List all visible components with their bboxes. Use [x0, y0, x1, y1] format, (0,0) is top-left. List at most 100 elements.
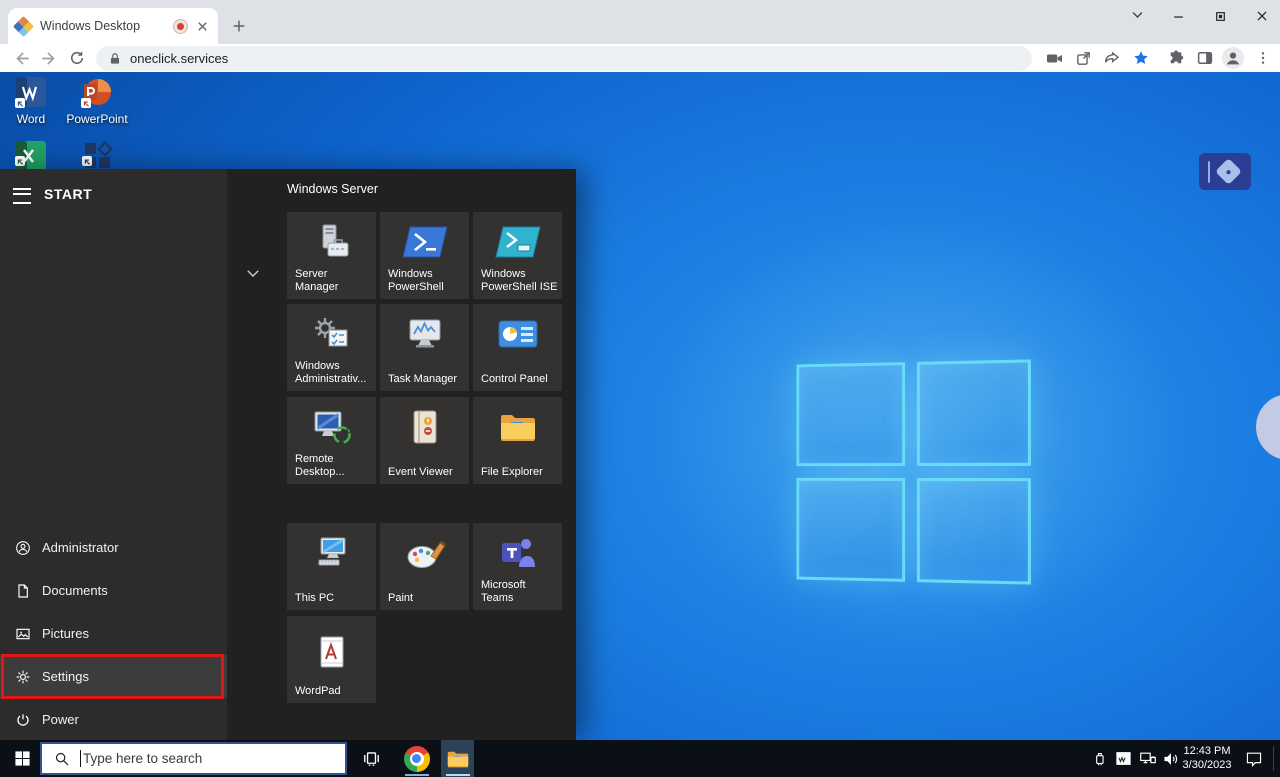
clock-time: 12:43 PM: [1183, 745, 1230, 759]
control-panel-icon: [498, 320, 538, 348]
tile-label: Event Viewer: [388, 466, 465, 479]
tile-windows-powershell-ise[interactable]: Windows PowerShell ISE: [473, 212, 562, 299]
forward-button[interactable]: [36, 45, 62, 71]
tile-windows-administrative-tools[interactable]: Windows Administrativ...: [287, 304, 376, 391]
reload-button[interactable]: [64, 45, 90, 71]
text-cursor: [80, 750, 81, 767]
user-icon: [15, 540, 31, 556]
server-manager-icon: [311, 222, 353, 262]
search-placeholder: Type here to search: [83, 751, 202, 766]
tile-server-manager[interactable]: Server Manager: [287, 212, 376, 299]
side-panel-icon[interactable]: [1192, 45, 1218, 71]
tab-title: Windows Desktop: [40, 19, 173, 33]
browser-menu-icon[interactable]: [1250, 45, 1276, 71]
screen-capture-icon[interactable]: [1041, 45, 1067, 71]
widget-diamond-icon: [1215, 158, 1242, 185]
paint-icon: [404, 534, 446, 572]
shortcut-arrow-icon: [15, 156, 25, 166]
action-center-button[interactable]: [1240, 740, 1268, 777]
network-tray-icon[interactable]: [1136, 740, 1160, 777]
tile-task-manager[interactable]: Task Manager: [380, 304, 469, 391]
start-button[interactable]: [0, 740, 44, 777]
sidebar-item-administrator[interactable]: Administrator: [0, 526, 227, 569]
widget-handle-icon: [1208, 161, 1210, 183]
sidebar-item-label: Pictures: [42, 626, 89, 641]
address-bar[interactable]: oneclick.services: [96, 46, 1032, 71]
chrome-icon: [404, 746, 430, 772]
lock-icon: [108, 52, 122, 66]
annotation-highlight-box: [1, 654, 224, 699]
teams-icon: [498, 537, 538, 569]
tile-label: Microsoft Teams: [481, 579, 558, 605]
admin-tools-icon: [312, 316, 352, 352]
hamburger-menu-icon[interactable]: [13, 188, 31, 204]
desktop-icon-word[interactable]: Word: [0, 76, 63, 126]
tile-this-pc[interactable]: This PC: [287, 523, 376, 610]
task-view-icon: [362, 749, 381, 768]
remote-desktop-icon: [311, 409, 353, 445]
tile-microsoft-teams[interactable]: Microsoft Teams: [473, 523, 562, 610]
chevron-down-icon[interactable]: [244, 264, 262, 282]
url-text: oneclick.services: [130, 51, 228, 66]
input-indicator-icon[interactable]: [1111, 740, 1135, 777]
taskbar-chrome-button[interactable]: [400, 740, 433, 777]
windows-logo-icon: [14, 750, 31, 767]
tab-close-icon[interactable]: [195, 19, 210, 34]
taskbar-search-input[interactable]: Type here to search: [40, 742, 347, 775]
tile-windows-powershell[interactable]: Windows PowerShell: [380, 212, 469, 299]
tile-label: Remote Desktop...: [295, 453, 372, 479]
tile-remote-desktop[interactable]: Remote Desktop...: [287, 397, 376, 484]
shortcut-arrow-icon: [15, 98, 25, 108]
start-menu: START Administrator Documents Pictures S…: [0, 169, 576, 740]
tile-label: Windows PowerShell: [388, 268, 465, 294]
tile-wordpad[interactable]: WordPad: [287, 616, 376, 703]
screen: Windows Desktop oneclick.: [0, 0, 1280, 777]
back-button[interactable]: [8, 45, 34, 71]
tile-label: Control Panel: [481, 373, 558, 386]
file-explorer-icon: [446, 749, 470, 769]
tab-favicon-icon: [13, 15, 34, 36]
shortcut-arrow-icon: [82, 156, 92, 166]
tab-search-chevron-icon[interactable]: [1122, 2, 1152, 26]
sidebar-item-pictures[interactable]: Pictures: [0, 612, 227, 655]
window-minimize-button[interactable]: [1163, 4, 1193, 28]
window-maximize-button[interactable]: [1205, 4, 1235, 28]
tile-paint[interactable]: Paint: [380, 523, 469, 610]
tile-control-panel[interactable]: Control Panel: [473, 304, 562, 391]
taskbar: Type here to search: [0, 740, 1280, 777]
running-indicator: [446, 774, 470, 776]
overlay-menu-widget[interactable]: [1199, 153, 1251, 190]
window-close-button[interactable]: [1247, 4, 1277, 28]
sidebar-item-label: Power: [42, 712, 79, 727]
bookmark-star-icon[interactable]: [1128, 45, 1154, 71]
windows-logo: [796, 359, 1031, 584]
start-menu-header: START: [44, 186, 92, 202]
taskbar-clock[interactable]: 12:43 PM 3/30/2023: [1180, 740, 1234, 777]
sidebar-item-documents[interactable]: Documents: [0, 569, 227, 612]
desktop-icon-app-partial[interactable]: [82, 140, 114, 169]
show-desktop-divider[interactable]: [1273, 746, 1274, 771]
tile-label: Windows Administrativ...: [295, 360, 372, 386]
clock-date: 3/30/2023: [1183, 759, 1232, 773]
search-icon: [54, 751, 70, 767]
wordpad-icon: [317, 635, 347, 671]
task-view-button[interactable]: [355, 740, 387, 777]
open-in-new-icon[interactable]: [1070, 45, 1096, 71]
profile-avatar[interactable]: [1220, 45, 1246, 71]
sidebar-item-label: Administrator: [42, 540, 119, 555]
browser-tab[interactable]: Windows Desktop: [8, 8, 218, 44]
edge-floating-button[interactable]: [1256, 394, 1280, 460]
tile-label: WordPad: [295, 685, 372, 698]
taskbar-file-explorer-button[interactable]: [441, 740, 474, 777]
usb-tray-icon[interactable]: [1088, 740, 1110, 777]
sidebar-item-label: Documents: [42, 583, 108, 598]
tile-label: This PC: [295, 592, 372, 605]
sidebar-item-power[interactable]: Power: [0, 698, 227, 741]
new-tab-button[interactable]: [231, 18, 247, 34]
desktop-icon-excel-partial[interactable]: [15, 140, 47, 169]
extensions-icon[interactable]: [1163, 45, 1189, 71]
desktop-icon-powerpoint[interactable]: PowerPoint: [65, 76, 129, 126]
tile-event-viewer[interactable]: Event Viewer: [380, 397, 469, 484]
tile-file-explorer[interactable]: File Explorer: [473, 397, 562, 484]
share-icon[interactable]: [1099, 45, 1125, 71]
